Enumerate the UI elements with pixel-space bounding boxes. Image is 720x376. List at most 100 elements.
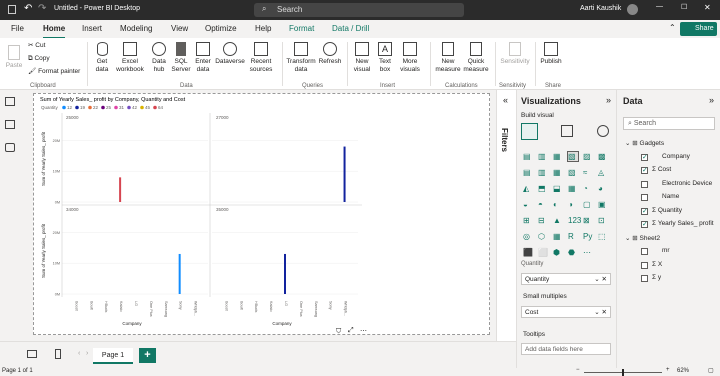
copy-button[interactable]: ⧉ Copy: [28, 55, 50, 63]
field-item[interactable]: Σ Quantity: [652, 207, 682, 214]
visual-type-icon[interactable]: R: [568, 232, 578, 241]
tab-view[interactable]: View: [171, 24, 188, 33]
refresh-button[interactable]: Refresh: [318, 42, 342, 66]
visual-type-icon[interactable]: ◕: [598, 184, 608, 193]
visual-type-icon[interactable]: ◑: [568, 200, 578, 209]
legend-item[interactable]: 12: [67, 105, 73, 110]
field-checkbox[interactable]: [641, 194, 648, 201]
visual-type-icon[interactable]: ▧: [568, 168, 578, 177]
visual-type-icon[interactable]: ▧: [567, 151, 579, 162]
legend-marker[interactable]: [101, 105, 105, 110]
field-checkbox[interactable]: [641, 248, 648, 255]
legend-item[interactable]: 22: [93, 105, 99, 110]
tab-modeling[interactable]: Modeling: [120, 24, 152, 33]
bar[interactable]: [178, 253, 181, 294]
field-item[interactable]: Σ X: [652, 261, 662, 268]
legend-marker[interactable]: [114, 105, 118, 110]
avatar[interactable]: [627, 4, 638, 15]
visual-type-icon[interactable]: ▦: [553, 152, 563, 161]
field-item[interactable]: Σ Cost: [652, 166, 671, 173]
field-checkbox[interactable]: [641, 153, 648, 161]
add-page-button[interactable]: +: [139, 348, 156, 363]
field-checkbox[interactable]: [641, 180, 648, 188]
prev-page-icon[interactable]: ‹: [78, 350, 80, 357]
visual-type-icon[interactable]: ⬣: [568, 248, 578, 257]
field-item[interactable]: mr: [662, 247, 670, 254]
visual-type-icon[interactable]: ⊠: [583, 216, 593, 225]
visual-type-icon[interactable]: ▦: [553, 232, 563, 241]
format-painter-button[interactable]: 🖌 Format painter: [28, 68, 80, 76]
data-hub-button[interactable]: Data hub: [148, 42, 170, 73]
ribbon-collapse-icon[interactable]: ⌃: [669, 23, 676, 32]
page-tab-1[interactable]: Page 1: [93, 348, 133, 364]
tab-help[interactable]: Help: [255, 24, 271, 33]
field-item[interactable]: Company: [662, 153, 690, 160]
visual-type-icon[interactable]: ⬚: [598, 232, 608, 241]
field-item[interactable]: Electronic Device: [662, 180, 712, 187]
chevron-down-icon[interactable]: ⌄ ✕: [594, 275, 607, 283]
visual-type-icon[interactable]: ⊟: [538, 216, 548, 225]
visual-type-icon[interactable]: ≈: [583, 168, 593, 177]
visual-type-icon[interactable]: ▤: [523, 152, 533, 161]
visual-type-icon[interactable]: ⊡: [598, 216, 608, 225]
focus-mode-icon[interactable]: ⤢: [348, 327, 354, 335]
quick-measure-button[interactable]: Quick measure: [461, 42, 491, 73]
close-icon[interactable]: ✕: [704, 3, 711, 12]
visual-type-icon[interactable]: ▨: [583, 152, 593, 161]
visual-type-icon[interactable]: ▥: [538, 168, 548, 177]
field-checkbox[interactable]: [641, 220, 648, 228]
redo-icon[interactable]: ↷: [38, 3, 46, 14]
data-search-input[interactable]: ⌕ Search: [623, 117, 715, 130]
transform-data-button[interactable]: Transform data: [285, 42, 317, 73]
model-view-icon[interactable]: [5, 143, 15, 152]
chevron-down-icon[interactable]: ⌄: [625, 140, 630, 147]
visual-type-icon[interactable]: ◎: [523, 232, 533, 241]
field-item[interactable]: Σ y: [652, 274, 661, 281]
legend-item[interactable]: 31: [119, 105, 125, 110]
visual-type-icon[interactable]: Py: [583, 232, 593, 241]
visual-type-icon[interactable]: ⬛: [523, 248, 533, 257]
bar[interactable]: [343, 146, 346, 202]
visual-type-icon[interactable]: ◓: [538, 200, 548, 209]
build-visual-tab[interactable]: [521, 123, 538, 140]
visual-type-icon[interactable]: ⬒: [538, 184, 548, 193]
enter-data-button[interactable]: Enter data: [193, 42, 213, 73]
analytics-tab[interactable]: [597, 125, 609, 137]
desktop-layout-icon[interactable]: [27, 350, 37, 358]
chevron-left-icon[interactable]: «: [503, 95, 508, 105]
filter-icon[interactable]: ⛉: [336, 328, 341, 336]
legend-marker[interactable]: [153, 105, 157, 110]
cut-button[interactable]: ✂ Cut: [28, 42, 45, 50]
bar[interactable]: [284, 253, 286, 294]
tab-format[interactable]: Format: [289, 24, 314, 33]
excel-workbook-button[interactable]: Excel workbook: [115, 42, 145, 73]
report-page[interactable]: Sum of Yearly Sales_ profit by Company, …: [33, 93, 490, 335]
visual-type-icon[interactable]: ⬓: [553, 184, 563, 193]
visual-type-icon[interactable]: ◬: [598, 168, 608, 177]
legend-marker[interactable]: [140, 105, 144, 110]
maximize-icon[interactable]: ☐: [681, 3, 687, 11]
sql-server-button[interactable]: SQL Server: [171, 42, 191, 73]
visual-type-icon[interactable]: ⬜: [538, 248, 548, 257]
publish-button[interactable]: Publish: [538, 42, 564, 66]
visual-type-icon[interactable]: ▩: [598, 152, 608, 161]
legend-item[interactable]: 25: [106, 105, 112, 110]
tab-insert[interactable]: Insert: [82, 24, 102, 33]
visual-type-icon[interactable]: ▣: [598, 200, 608, 209]
zoom-slider-thumb[interactable]: [622, 369, 624, 376]
recent-sources-button[interactable]: Recent sources: [246, 42, 276, 73]
zoom-in-icon[interactable]: +: [666, 367, 670, 373]
field-item[interactable]: Σ Yearly Sales_ profit: [652, 220, 714, 227]
tab-optimize[interactable]: Optimize: [205, 24, 237, 33]
format-visual-tab[interactable]: [561, 125, 573, 137]
mobile-layout-icon[interactable]: [55, 349, 61, 359]
table-node[interactable]: ⌄ ⊞ Sheet2: [625, 234, 660, 242]
table-node[interactable]: ⌄ ⊞ Gadgets: [625, 139, 664, 147]
more-options-icon[interactable]: ⋯: [360, 327, 367, 335]
visual-type-icon[interactable]: ⬡: [538, 232, 548, 241]
visual-type-icon[interactable]: ⊞: [523, 216, 533, 225]
small-multiples-field-well[interactable]: Cost ⌄ ✕: [521, 306, 611, 318]
visual-type-icon[interactable]: ▦: [568, 184, 578, 193]
next-page-icon[interactable]: ›: [86, 350, 88, 357]
chevron-down-icon[interactable]: ⌄: [625, 235, 630, 242]
